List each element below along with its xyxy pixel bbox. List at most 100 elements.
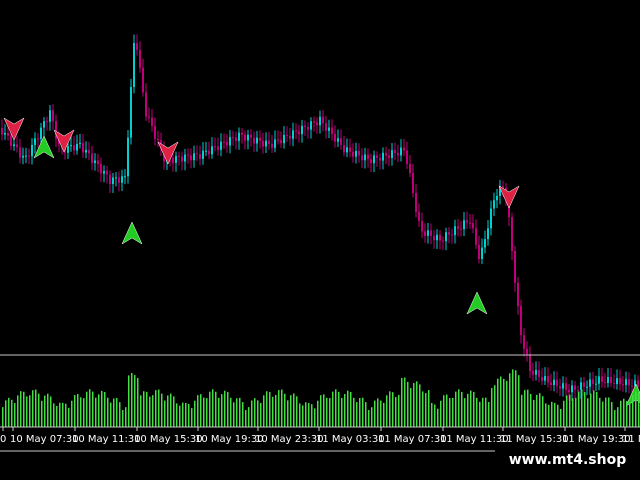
volume-bar <box>371 407 373 427</box>
volume-bar <box>443 395 445 427</box>
candle-body <box>7 132 9 136</box>
candle-body <box>616 378 618 385</box>
volume-bar <box>188 403 190 427</box>
volume-bar <box>605 397 607 427</box>
candle-body <box>520 306 522 336</box>
volume-bar <box>629 402 631 427</box>
candle-body <box>385 152 387 156</box>
candle-body <box>283 134 285 144</box>
candle-body <box>391 150 393 158</box>
candle-body <box>349 147 351 152</box>
candle-body <box>430 230 432 236</box>
candle-body <box>604 381 606 383</box>
candle-body <box>568 389 570 393</box>
volume-bar <box>332 391 334 427</box>
volume-bar <box>56 405 58 427</box>
candle-body <box>364 154 366 161</box>
volume-bar <box>221 394 223 427</box>
candle-body <box>232 137 234 139</box>
volume-bar <box>398 394 400 427</box>
candle-body <box>70 145 72 147</box>
candle-body <box>271 143 273 148</box>
volume-bar <box>341 397 343 427</box>
candle-body <box>352 151 354 157</box>
volume-bar <box>35 389 37 427</box>
volume-bar <box>71 400 73 427</box>
volume-bar <box>38 393 40 427</box>
volume-bar <box>368 410 370 427</box>
volume-bar <box>416 381 418 427</box>
volume-bar <box>104 392 106 427</box>
volume-bar <box>122 410 124 427</box>
candle-body <box>196 153 198 155</box>
volume-bar <box>176 403 178 427</box>
volume-bar <box>170 393 172 427</box>
volume-bar <box>62 402 64 427</box>
volume-bar <box>47 393 49 427</box>
volume-bar <box>26 396 28 427</box>
volume-histogram <box>2 369 640 427</box>
candle-body <box>532 371 534 375</box>
candle-body <box>121 176 123 183</box>
candle-body <box>478 244 480 260</box>
candle-body <box>154 125 156 139</box>
volume-bar <box>299 403 301 427</box>
candle-body <box>577 389 579 391</box>
candle-body <box>91 153 93 163</box>
candle-body <box>46 121 48 123</box>
volume-bar <box>551 401 553 427</box>
volume-bar <box>113 398 115 427</box>
volume-bar <box>308 403 310 427</box>
signal-arrows <box>3 117 640 407</box>
candle-body <box>157 138 159 141</box>
volume-bar <box>566 395 568 427</box>
volume-bar <box>155 390 157 427</box>
volume-bar <box>614 410 616 427</box>
candle-body <box>358 151 360 156</box>
volume-bar <box>50 396 52 427</box>
time-axis-label: 10 May 19:30 <box>195 434 264 445</box>
candle-body <box>448 232 450 235</box>
time-axis-label: 11 M <box>622 434 640 445</box>
candle-body <box>268 140 270 144</box>
volume-bar <box>602 401 604 427</box>
chart-canvas[interactable]: 0 10 May 07:3010 May 11:3010 May 15:3010 … <box>0 0 640 480</box>
candle-body <box>307 126 309 130</box>
candle-body <box>304 125 306 127</box>
candle-body <box>583 382 585 387</box>
volume-bar <box>311 404 313 427</box>
candle-body <box>145 92 147 117</box>
candle-body <box>73 145 75 151</box>
volume-bar <box>464 398 466 427</box>
candle-body <box>277 139 279 141</box>
volume-bar <box>143 391 145 427</box>
volume-bar <box>218 397 220 427</box>
candle-body <box>526 348 528 355</box>
volume-bar <box>125 407 127 427</box>
candle-body <box>442 240 444 242</box>
volume-bar <box>545 403 547 427</box>
candle-body <box>556 379 558 387</box>
volume-bar <box>296 396 298 427</box>
candle-body <box>31 144 33 157</box>
volume-bar <box>269 392 271 427</box>
candle-body <box>379 158 381 161</box>
candle-body <box>319 116 321 126</box>
volume-bar <box>470 390 472 427</box>
volume-bar <box>278 390 280 427</box>
candle-body <box>586 386 588 388</box>
chart-window[interactable]: 0 10 May 07:30 10 May 11:30 10 May 15:30 10 … <box>0 0 640 480</box>
candle-body <box>463 220 465 230</box>
buy-arrow-icon <box>466 291 488 315</box>
volume-bar <box>482 397 484 427</box>
volume-bar <box>209 391 211 427</box>
time-axis-label: 11 May 19:30 <box>562 434 631 445</box>
candle-body <box>511 217 513 252</box>
candle-body <box>535 370 537 375</box>
volume-bar <box>500 376 502 427</box>
candle-body <box>496 195 498 201</box>
volume-bar <box>479 401 481 427</box>
candle-body <box>136 43 138 50</box>
volume-bar <box>422 391 424 427</box>
candle-body <box>421 221 423 232</box>
